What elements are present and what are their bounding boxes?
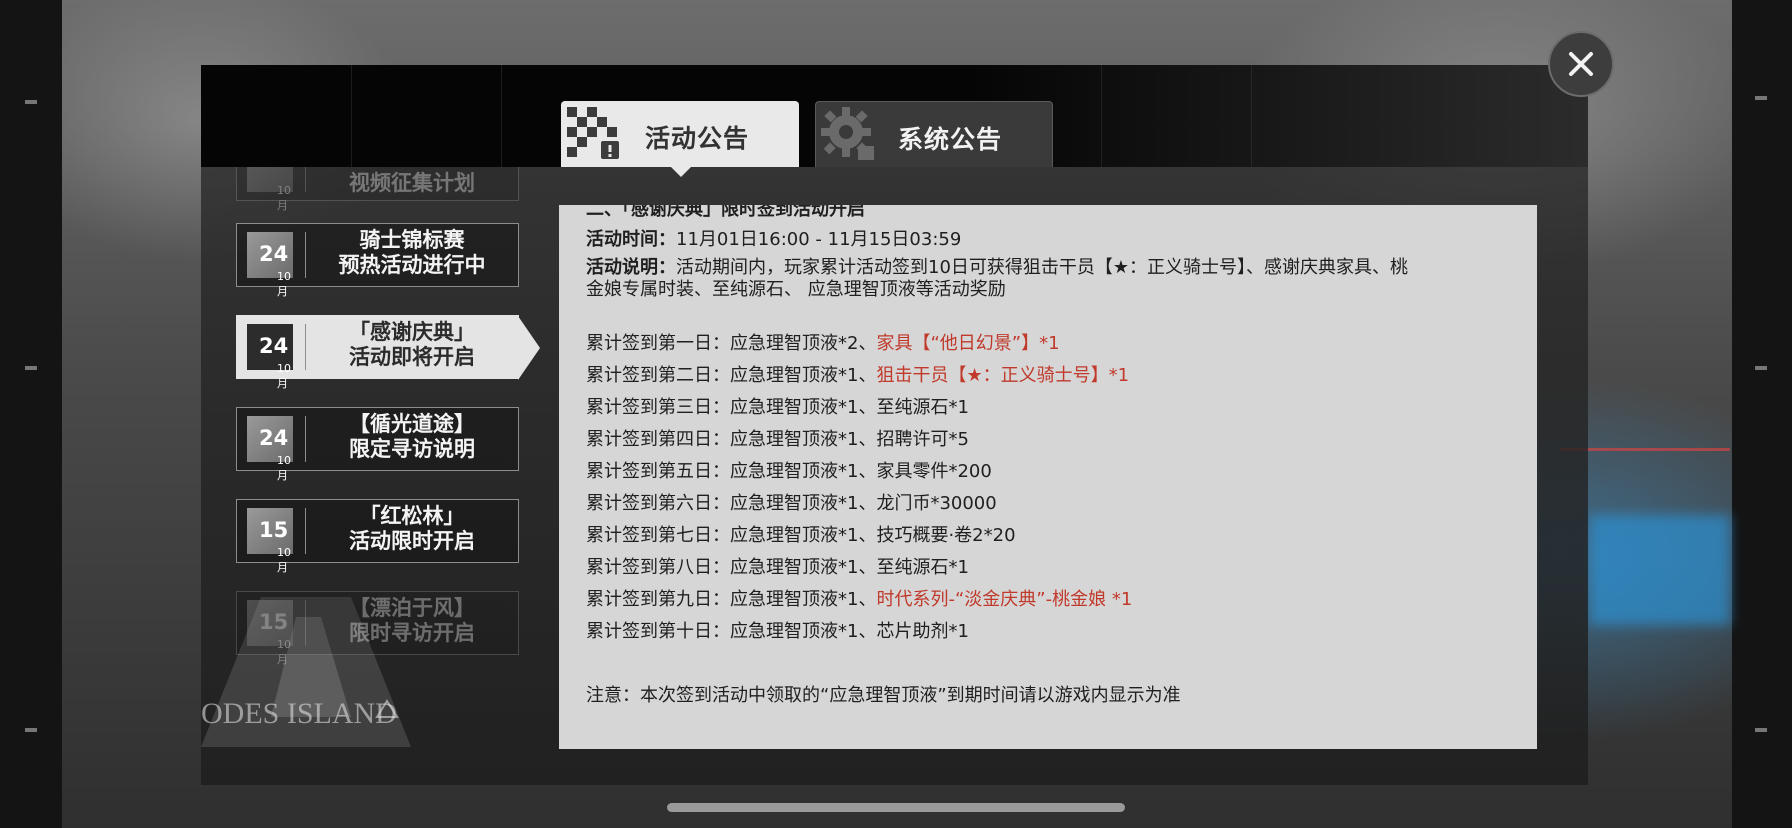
list-item[interactable]: 24 10月 【循光道途】 限定寻访说明 [236,407,519,482]
gear-icon [821,107,874,160]
svg-text:ODES ISLAND: ODES ISLAND [201,697,397,730]
tab-system-announcement[interactable]: 系统公告 [815,101,1053,167]
announcement-panel: 活动公告 系统公告 ODES ISLAND 10月 视频征集计划 24 10月 … [201,65,1588,785]
reward-line: 累计签到第十日：应急理智顶液*1、芯片助剂*1 [586,621,969,642]
date-box: 24 10月 [247,416,293,482]
list-item[interactable]: 15 10月 「红松林」 活动限时开启 [236,499,519,574]
background-blue-shape [1590,515,1730,625]
list-item-title: 「感谢庆典」 活动即将开启 [349,320,475,369]
list-item-title: 骑士锦标赛 预热活动进行中 [338,228,486,277]
left-edge-bar [0,0,62,828]
list-item-title: 【循光道途】 限定寻访说明 [349,412,475,461]
list-item[interactable]: 24 10月 骑士锦标赛 预热活动进行中 [236,223,519,298]
reward-line: 累计签到第一日：应急理智顶液*2、家具【“他日幻景”】*1 [586,333,1060,354]
date-box: 15 10月 [247,508,293,574]
list-item-title: 【漂泊于风】 限时寻访开启 [349,596,475,645]
close-icon [1569,52,1593,76]
edge-tick [1755,366,1767,370]
content-heading: 二、「感谢庆典」限时签到活动开启 [586,205,865,220]
reward-line: 累计签到第八日：应急理智顶液*1、至纯源石*1 [586,557,969,578]
note-text: 注意：本次签到活动中领取的“应急理智顶液”到期时间请以游戏内显示为准 [586,685,1181,706]
list-item[interactable]: 15 10月 【漂泊于风】 限时寻访开启 [236,591,519,666]
home-indicator[interactable] [667,803,1125,812]
reward-line: 累计签到第二日：应急理智顶液*1、狙击干员【★：正义骑士号】*1 [586,365,1130,386]
edge-tick [25,728,37,732]
list-item[interactable]: 10月 视频征集计划 [236,167,519,212]
announcement-list[interactable]: ODES ISLAND 10月 视频征集计划 24 10月 骑士锦标赛 预热活动… [201,167,541,747]
close-button[interactable] [1548,31,1614,97]
date-box: 10月 [247,167,293,212]
edge-tick [25,366,37,370]
edge-tick [25,100,37,104]
date-box: 24 10月 [247,324,293,390]
reward-line: 累计签到第七日：应急理智顶液*1、技巧概要·卷2*20 [586,525,1016,546]
list-item-title: 视频征集计划 [349,171,475,195]
list-item-selected[interactable]: 24 10月 「感谢庆典」 活动即将开启 [236,315,540,390]
active-tab-pointer [671,167,691,177]
tab-activity-announcement[interactable]: 活动公告 [561,101,799,167]
reward-line: 累计签到第九日：应急理智顶液*1、时代系列-“淡金庆典”-桃金娘 *1 [586,589,1133,610]
edge-tick [1755,96,1767,100]
list-item-title: 「红松林」 活动限时开启 [349,504,475,553]
tab-label: 活动公告 [645,124,750,153]
tab-label: 系统公告 [898,125,1003,154]
date-box: 15 10月 [247,600,293,666]
right-edge-bar [1732,0,1792,828]
date-box: 24 10月 [247,232,293,298]
edge-tick [1755,728,1767,732]
announcement-content[interactable]: 二、「感谢庆典」限时签到活动开启 活动时间：11月01日16:00 - 11月1… [559,205,1537,749]
reward-line: 累计签到第三日：应急理智顶液*1、至纯源石*1 [586,397,969,418]
activity-time: 活动时间：11月01日16:00 - 11月15日03:59 [586,229,962,250]
reward-line: 累计签到第六日：应急理智顶液*1、龙门币*30000 [586,493,997,514]
activity-description-line: 金娘专属时装、至纯源石、 应急理智顶液等活动奖励 [586,279,1006,300]
selected-arrow [518,316,540,380]
checkered-flag-icon [567,107,619,159]
reward-line: 累计签到第五日：应急理智顶液*1、家具零件*200 [586,461,992,482]
reward-line: 累计签到第四日：应急理智顶液*1、招聘许可*5 [586,429,969,450]
